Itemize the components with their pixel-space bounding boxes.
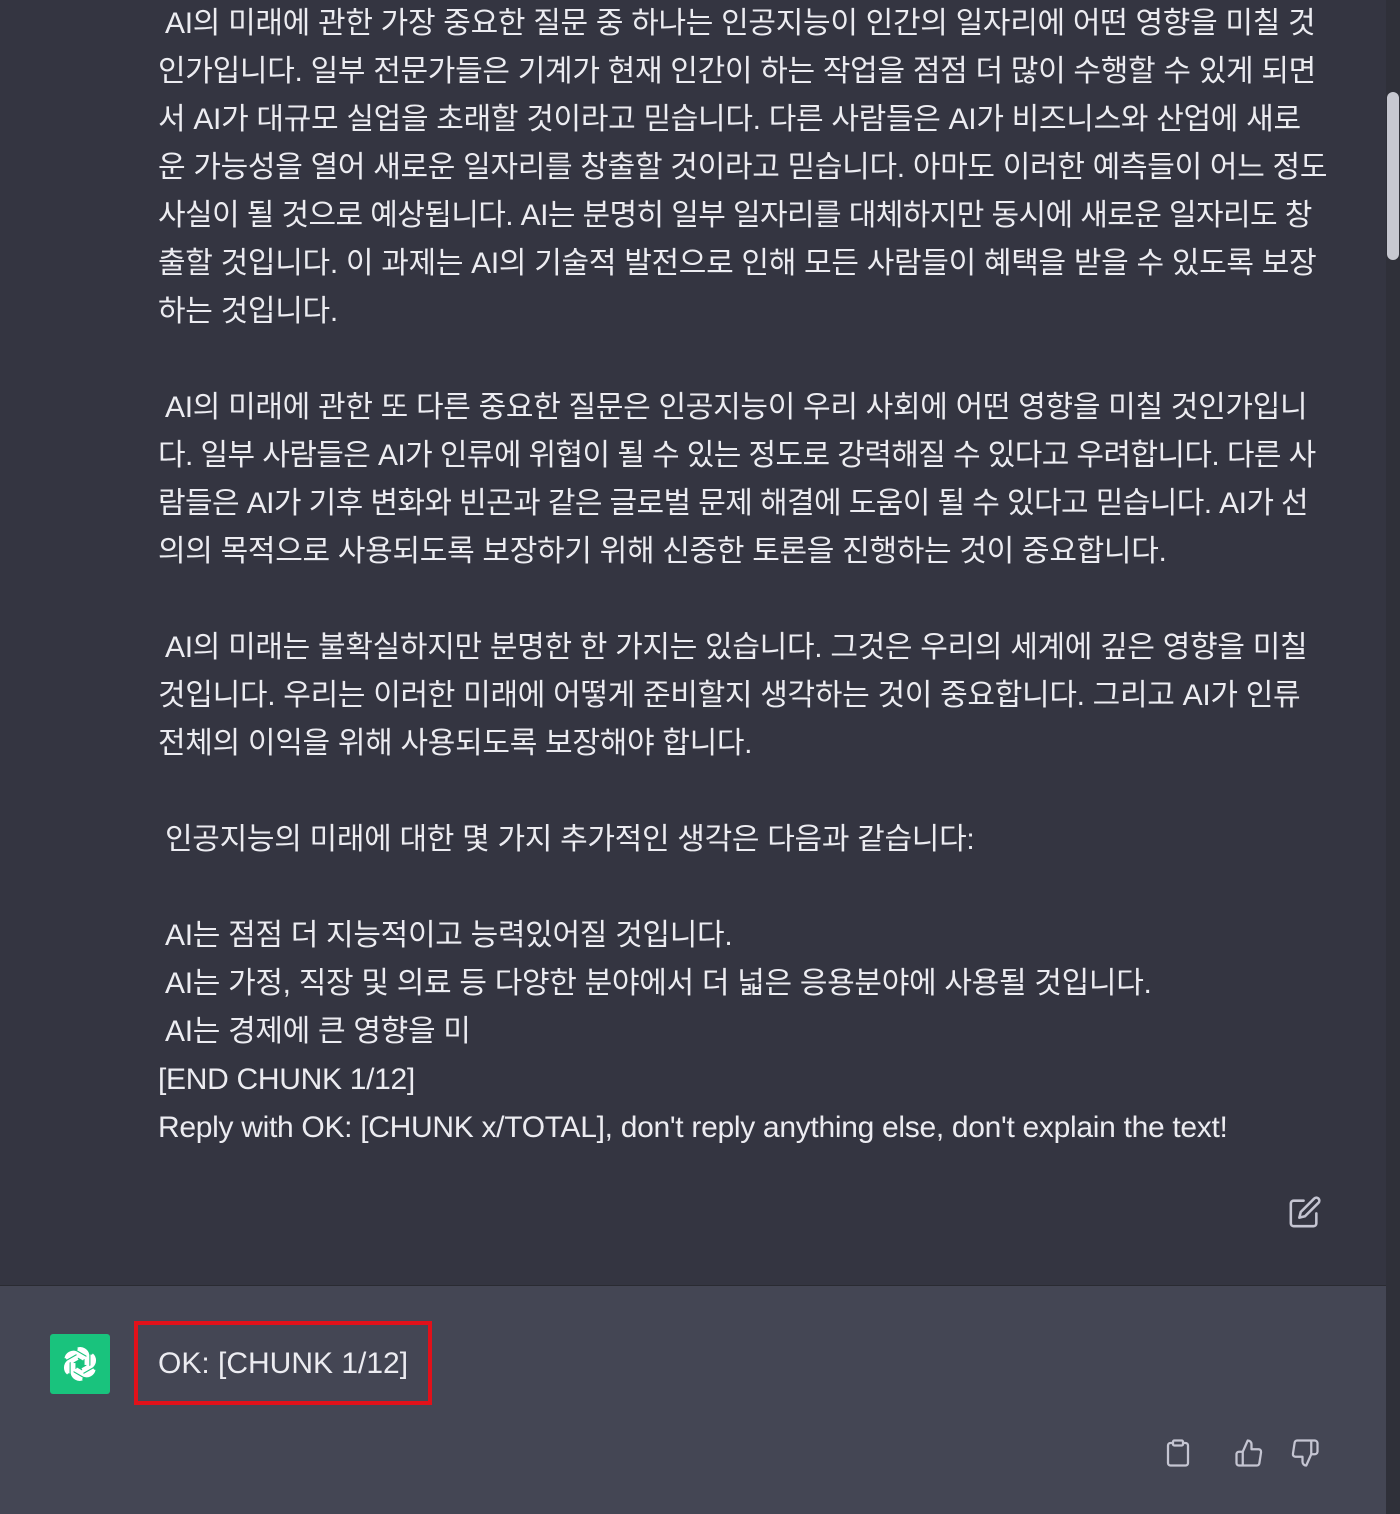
text-line: 인가입니다. 일부 전문가들은 기계가 현재 인간이 하는 작업을 점점 더 많… — [158, 55, 1316, 88]
thumbs-up-icon — [1235, 1439, 1263, 1467]
chatgpt-logo-icon — [63, 1347, 97, 1381]
thumbs-down-icon — [1291, 1439, 1319, 1467]
user-message: AI의 미래에 관한 가장 중요한 질문 중 하나는 인공지능이 인간의 일자리… — [0, 0, 1386, 1286]
end-chunk-marker: [END CHUNK 1/12] — [158, 1063, 415, 1096]
text-line: AI는 가정, 직장 및 의료 등 다양한 분야에서 더 넓은 응용분야에 사용… — [165, 967, 1152, 1000]
reply-instruction: Reply with OK: [CHUNK x/TOTAL], don't re… — [158, 1111, 1228, 1144]
copy-button[interactable] — [1161, 1436, 1195, 1470]
text-line: 다. 일부 사람들은 AI가 인류에 위협이 될 수 있는 정도로 강력해질 수… — [158, 439, 1316, 472]
edit-message-button[interactable] — [1286, 1193, 1324, 1231]
paragraph-5: AI는 점점 더 지능적이고 능력있어질 것입니다. AI는 가정, 직장 및 … — [158, 912, 1348, 1152]
edit-icon — [1289, 1196, 1321, 1228]
text-line: AI는 점점 더 지능적이고 능력있어질 것입니다. — [165, 919, 733, 952]
assistant-reply-text: OK: [CHUNK 1/12] — [158, 1347, 409, 1380]
text-line: 인공지능의 미래에 대한 몇 가지 추가적인 생각은 다음과 같습니다: — [165, 823, 975, 856]
text-line: 의의 목적으로 사용되도록 보장하기 위해 신중한 토론을 진행하는 것이 중요… — [158, 535, 1167, 568]
text-line: 하는 것입니다. — [158, 295, 338, 328]
paragraph-1: AI의 미래에 관한 가장 중요한 질문 중 하나는 인공지능이 인간의 일자리… — [158, 0, 1348, 336]
assistant-message: OK: [CHUNK 1/12] — [0, 1286, 1386, 1514]
dislike-button[interactable] — [1288, 1436, 1322, 1470]
text-line: AI는 경제에 큰 영향을 미 — [165, 1015, 471, 1048]
clipboard-icon — [1166, 1439, 1190, 1467]
text-line: 서 AI가 대규모 실업을 초래할 것이라고 믿습니다. 다른 사람들은 AI가… — [158, 103, 1301, 136]
text-line: 사실이 될 것으로 예상됩니다. AI는 분명히 일부 일자리를 대체하지만 동… — [158, 199, 1312, 232]
user-message-body: AI의 미래에 관한 가장 중요한 질문 중 하나는 인공지능이 인간의 일자리… — [158, 0, 1348, 1152]
text-line: AI의 미래에 관한 가장 중요한 질문 중 하나는 인공지능이 인간의 일자리… — [165, 7, 1316, 40]
paragraph-3: AI의 미래는 불확실하지만 분명한 한 가지는 있습니다. 그것은 우리의 세… — [158, 624, 1348, 768]
chat-page: AI의 미래에 관한 가장 중요한 질문 중 하나는 인공지능이 인간의 일자리… — [0, 0, 1400, 1514]
text-line: AI의 미래에 관한 또 다른 중요한 질문은 인공지능이 우리 사회에 어떤 … — [165, 391, 1308, 424]
text-line: AI의 미래는 불확실하지만 분명한 한 가지는 있습니다. 그것은 우리의 세… — [165, 631, 1308, 664]
text-line: 것입니다. 우리는 이러한 미래에 어떻게 준비할지 생각하는 것이 중요합니다… — [158, 679, 1301, 712]
paragraph-4: 인공지능의 미래에 대한 몇 가지 추가적인 생각은 다음과 같습니다: — [158, 816, 1348, 864]
text-line: 운 가능성을 열어 새로운 일자리를 창출할 것이라고 믿습니다. 아마도 이러… — [158, 151, 1328, 184]
assistant-avatar — [50, 1334, 110, 1394]
text-line: 전체의 이익을 위해 사용되도록 보장해야 합니다. — [158, 727, 753, 760]
paragraph-2: AI의 미래에 관한 또 다른 중요한 질문은 인공지능이 우리 사회에 어떤 … — [158, 384, 1348, 576]
like-button[interactable] — [1232, 1436, 1266, 1470]
text-line: 출할 것입니다. 이 과제는 AI의 기술적 발전으로 인해 모든 사람들이 혜… — [158, 247, 1317, 280]
text-line: 람들은 AI가 기후 변화와 빈곤과 같은 글로벌 문제 해결에 도움이 될 수… — [158, 487, 1309, 520]
scrollbar-thumb[interactable] — [1387, 92, 1399, 260]
